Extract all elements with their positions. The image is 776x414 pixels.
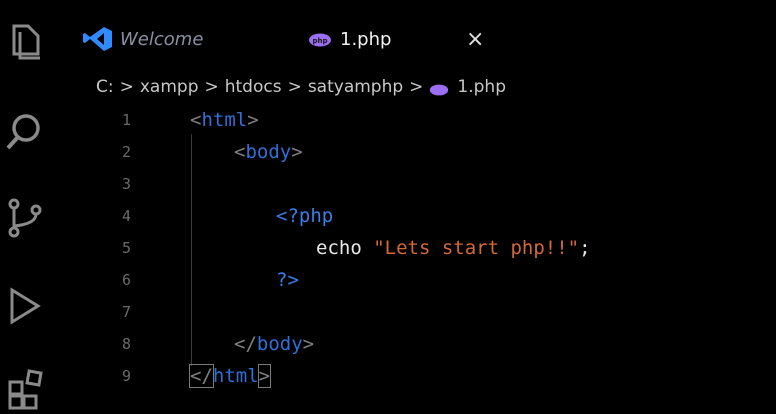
- code-editor[interactable]: 1 <html> 2 <body> 3 4 <?php 5 echo "Lets…: [100, 104, 776, 409]
- token-bracket: </: [189, 364, 214, 388]
- token-tag: html: [212, 365, 259, 387]
- token-string: "Lets start php!!": [373, 237, 580, 259]
- token-bracket: >: [257, 364, 272, 388]
- token-bracket: >: [291, 141, 303, 163]
- tab-label: Welcome: [120, 28, 204, 50]
- line-number: 3: [122, 175, 132, 193]
- search-icon[interactable]: [4, 110, 48, 154]
- line-number: 5: [122, 239, 132, 257]
- line-number: 6: [122, 271, 132, 289]
- token-tag: html: [201, 109, 248, 131]
- source-control-icon[interactable]: [4, 196, 48, 240]
- token-tag: body: [256, 333, 303, 355]
- activity-bar: [0, 0, 56, 410]
- php-file-icon: php: [308, 32, 332, 47]
- line-number: 9: [122, 367, 132, 385]
- token-keyword: echo: [316, 237, 362, 259]
- code-line[interactable]: 9 </html>: [100, 360, 740, 392]
- close-tab-button[interactable]: ×: [466, 14, 484, 64]
- token-punctuation: ;: [579, 237, 591, 259]
- breadcrumb: C: > xampp > htdocs > satyamphp > 1.php: [96, 72, 512, 102]
- breadcrumb-item-htdocs[interactable]: htdocs: [225, 77, 282, 97]
- close-icon: ×: [466, 26, 485, 52]
- code-line[interactable]: 3: [100, 168, 740, 200]
- tab-label: 1.php: [340, 28, 392, 50]
- code-line[interactable]: 7: [100, 296, 740, 328]
- code-line[interactable]: 2 <body>: [100, 136, 740, 168]
- breadcrumb-item-satyamphp[interactable]: satyamphp: [308, 77, 403, 97]
- vscode-logo-icon: [82, 26, 114, 52]
- token-bracket: <: [190, 109, 202, 131]
- code-line[interactable]: 8 </body>: [100, 328, 740, 360]
- code-text: </html>: [189, 364, 272, 388]
- breadcrumb-separator: >: [119, 77, 134, 97]
- line-number: 1: [122, 111, 132, 129]
- breadcrumb-separator: >: [287, 77, 302, 97]
- breadcrumb-item-drive[interactable]: C:: [96, 77, 114, 97]
- code-line[interactable]: 6 ?>: [100, 264, 740, 296]
- code-text: </body>: [234, 333, 314, 355]
- code-text: <body>: [234, 141, 303, 163]
- breadcrumb-separator: >: [409, 77, 424, 97]
- line-number: 4: [122, 207, 132, 225]
- code-text: <?php: [276, 205, 334, 227]
- php-file-icon: [429, 81, 449, 96]
- token-bracket: >: [302, 333, 315, 355]
- code-line[interactable]: 4 <?php: [100, 200, 740, 232]
- breadcrumb-separator: >: [204, 77, 219, 97]
- breadcrumb-item-file[interactable]: 1.php: [457, 77, 506, 97]
- tab-1-php[interactable]: php 1.php: [308, 14, 391, 64]
- breadcrumb-item-xampp[interactable]: xampp: [140, 77, 199, 97]
- code-line[interactable]: 1 <html>: [100, 104, 740, 136]
- line-number: 2: [122, 143, 132, 161]
- code-text: echo "Lets start php!!";: [316, 237, 591, 259]
- extensions-icon[interactable]: [4, 366, 48, 410]
- code-line[interactable]: 5 echo "Lets start php!!";: [100, 232, 740, 264]
- line-number: 7: [122, 303, 132, 321]
- run-debug-icon[interactable]: [4, 284, 48, 328]
- svg-text:php: php: [312, 37, 327, 45]
- code-text: ?>: [276, 269, 299, 291]
- token-bracket: <: [234, 141, 246, 163]
- line-number: 8: [122, 335, 132, 353]
- tab-bar: Welcome php 1.php ×: [56, 14, 776, 64]
- code-text: <html>: [190, 109, 259, 131]
- token-tag: body: [245, 141, 292, 163]
- explorer-icon[interactable]: [4, 20, 48, 64]
- token-bracket: >: [247, 109, 259, 131]
- token-bracket: </: [234, 333, 257, 355]
- tab-welcome[interactable]: Welcome: [82, 14, 203, 64]
